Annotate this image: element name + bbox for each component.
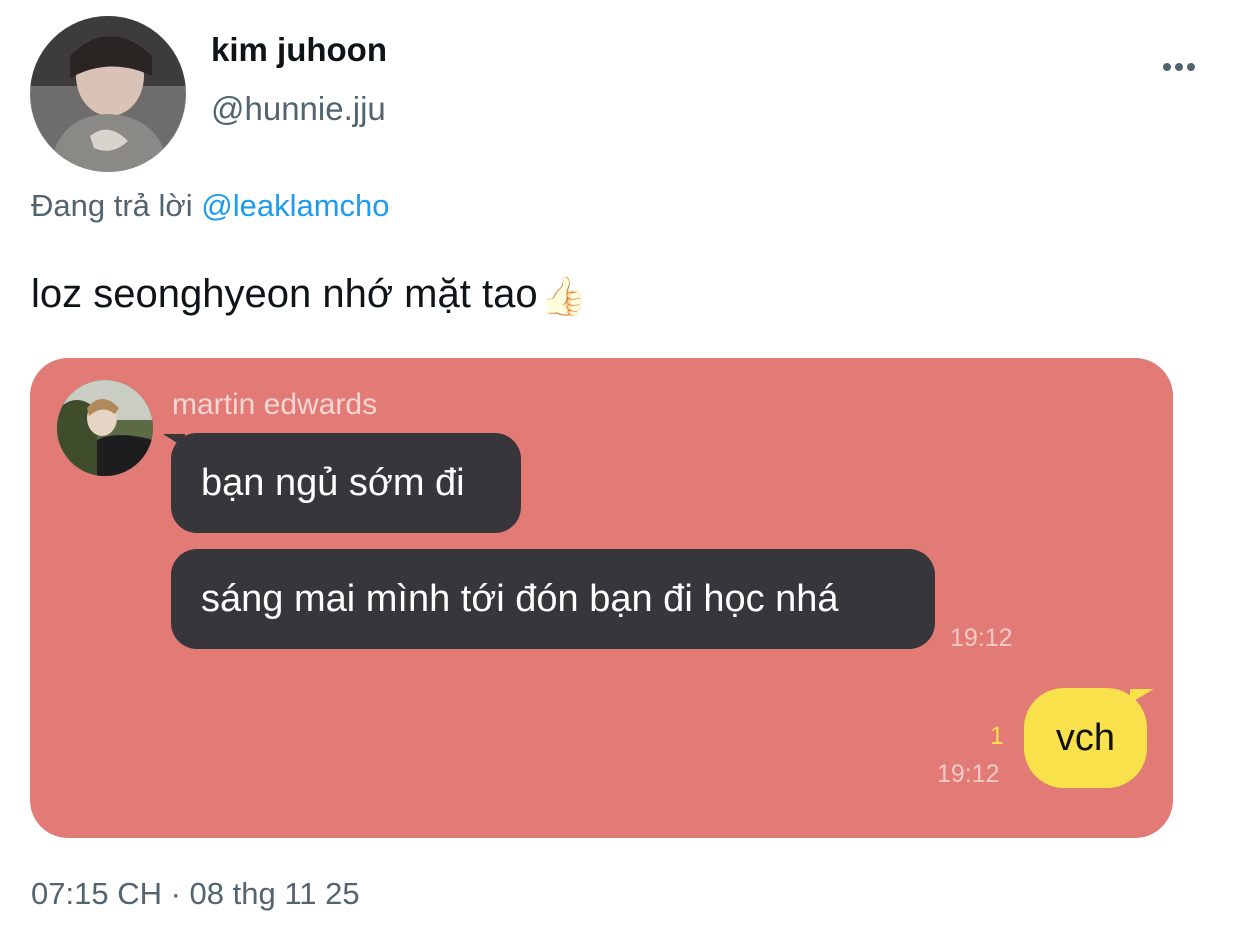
chat-reply-text: vch	[1055, 716, 1116, 759]
chat-reply-bubble: vch	[1024, 688, 1147, 788]
thumbs-up-icon: 👍🏻	[539, 276, 587, 318]
more-horizontal-icon	[1163, 63, 1171, 71]
tweet-text: loz seonghyeon nhớ mặt tao👍🏻	[31, 270, 587, 321]
chat-message-text: bạn ngủ sớm đi	[201, 462, 465, 504]
replying-to-mention[interactable]: @leaklamcho	[201, 188, 389, 223]
replying-to: Đang trả lời @leaklamcho	[31, 186, 390, 226]
chat-message-time: 19:12	[950, 624, 1013, 652]
tweet-timestamp[interactable]: 07:15 CH · 08 thg 11 25	[31, 874, 360, 914]
author-avatar[interactable]	[30, 16, 186, 172]
more-options-button[interactable]	[1154, 52, 1204, 82]
tweet-text-body: loz seonghyeon nhớ mặt tao	[31, 272, 538, 316]
chat-sender-name: martin edwards	[172, 388, 378, 421]
chat-sender-avatar	[57, 380, 153, 476]
chat-message-bubble: sáng mai mình tới đón bạn đi học nhá	[171, 549, 935, 649]
author-display-name[interactable]: kim juhoon	[211, 30, 387, 70]
replying-to-label: Đang trả lời	[31, 188, 193, 223]
chat-message-text: sáng mai mình tới đón bạn đi học nhá	[201, 578, 839, 620]
author-handle[interactable]: @hunnie.jju	[211, 89, 386, 129]
tweet-detail: kim juhoon @hunnie.jju Đang trả lời @lea…	[0, 0, 1242, 951]
tweet-media-image[interactable]: martin edwards bạn ngủ sớm đi sáng mai m…	[30, 358, 1173, 838]
chat-reply-time: 19:12	[937, 760, 1000, 788]
chat-message-bubble: bạn ngủ sớm đi	[171, 433, 521, 533]
unread-count: 1	[990, 722, 1004, 750]
